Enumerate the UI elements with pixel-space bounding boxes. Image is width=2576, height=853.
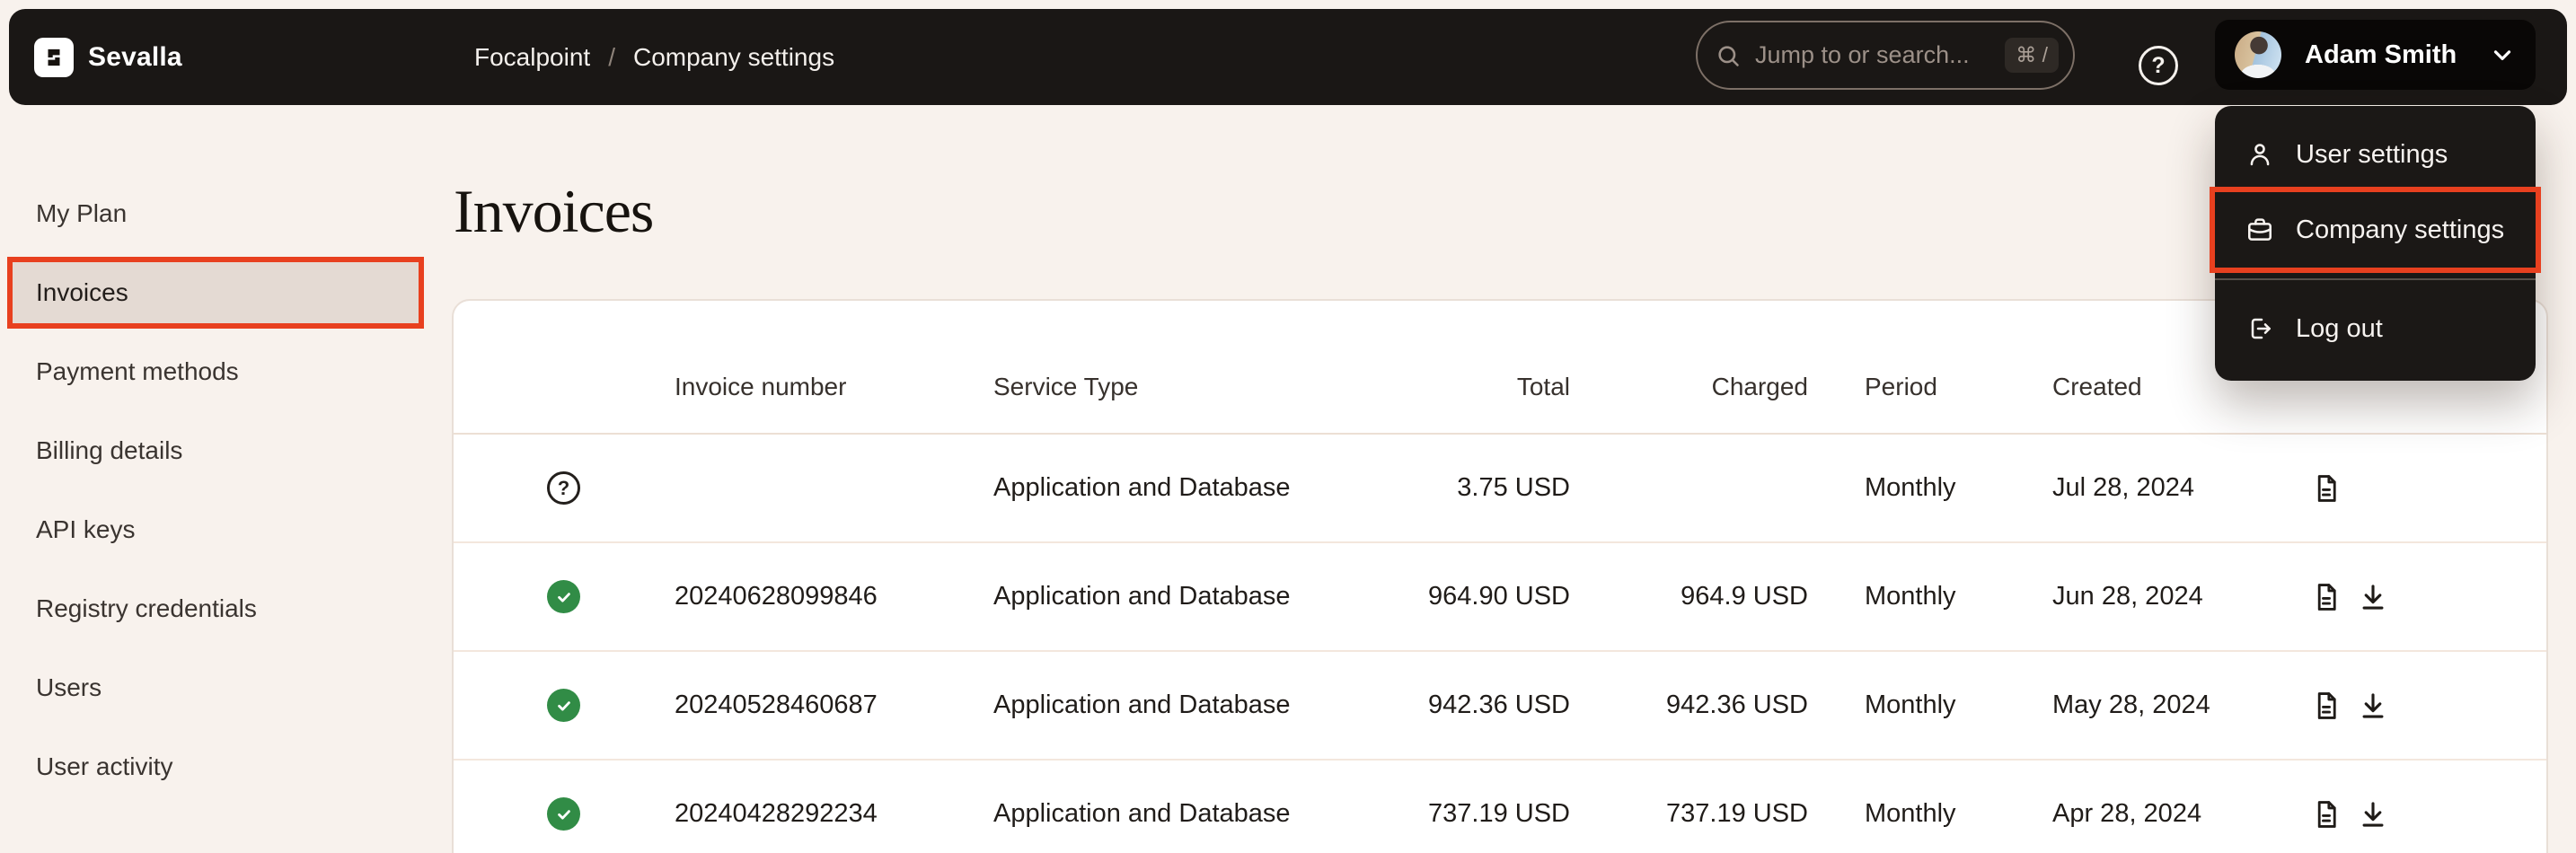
search-shortcut-badge: ⌘ /: [2005, 38, 2059, 73]
breadcrumb: Focalpoint / Company settings: [474, 9, 834, 105]
breadcrumb-item-company-settings[interactable]: Company settings: [633, 43, 834, 72]
col-status: [454, 301, 674, 434]
cell-service-type: Application and Database: [992, 760, 1418, 853]
page: Sevalla Focalpoint / Company settings ⌘ …: [0, 0, 2576, 853]
col-service-type: Service Type: [992, 301, 1418, 434]
col-charged: Charged: [1571, 301, 1809, 434]
view-invoice-document-icon[interactable]: [2307, 577, 2346, 617]
col-period: Period: [1809, 301, 1985, 434]
cell-total: 964.90 USD: [1418, 542, 1571, 651]
cell-period: Monthly: [1809, 760, 1985, 853]
view-invoice-document-icon[interactable]: [2307, 686, 2346, 725]
cell-service-type: Application and Database: [992, 434, 1418, 542]
view-invoice-document-icon[interactable]: [2307, 795, 2346, 834]
cell-service-type: Application and Database: [992, 651, 1418, 760]
status-paid-icon: [547, 689, 580, 722]
cell-period: Monthly: [1809, 651, 1985, 760]
cell-invoice-number: 20240628099846: [674, 542, 992, 651]
cell-charged: 964.9 USD: [1571, 542, 1809, 651]
menu-item-label: Company settings: [2296, 215, 2504, 245]
page-title: Invoices: [454, 176, 653, 247]
user-icon: [2245, 140, 2274, 169]
cell-charged: 942.36 USD: [1571, 651, 1809, 760]
search-input[interactable]: [1753, 40, 2005, 70]
sidebar-item-payment-methods[interactable]: Payment methods: [13, 341, 419, 402]
invoices-card: Invoice number Service Type Total Charge…: [452, 299, 2548, 853]
table-row: 20240528460687 Application and Database …: [454, 651, 2546, 760]
menu-item-label: User settings: [2296, 140, 2448, 170]
help-button[interactable]: ?: [2139, 46, 2178, 85]
cell-invoice-number: [674, 434, 992, 542]
sidebar-item-users[interactable]: Users: [13, 657, 419, 718]
col-total: Total: [1418, 301, 1571, 434]
table-row: 20240428292234 Application and Database …: [454, 760, 2546, 853]
logout-icon: [2245, 314, 2274, 343]
status-pending-icon[interactable]: ?: [547, 471, 580, 505]
menu-divider: [2215, 278, 2536, 280]
menu-item-user-settings[interactable]: User settings: [2215, 117, 2536, 192]
avatar: [2235, 31, 2281, 78]
brand-home-link[interactable]: Sevalla: [34, 9, 182, 105]
sidebar-item-api-keys[interactable]: API keys: [13, 499, 419, 560]
cell-charged: [1571, 434, 1809, 542]
view-invoice-document-icon[interactable]: [2307, 469, 2346, 508]
table-row: ? Application and Database 3.75 USD Mont…: [454, 434, 2546, 542]
col-invoice-number: Invoice number: [674, 301, 992, 434]
topbar: Sevalla Focalpoint / Company settings ⌘ …: [9, 9, 2567, 105]
cell-created: Apr 28, 2024: [1985, 760, 2299, 853]
user-name: Adam Smith: [2305, 40, 2457, 70]
search-box[interactable]: ⌘ /: [1696, 21, 2075, 90]
sevalla-logo-icon: [34, 38, 74, 77]
menu-item-company-settings[interactable]: Company settings: [2215, 192, 2536, 268]
cell-created: May 28, 2024: [1985, 651, 2299, 760]
cell-service-type: Application and Database: [992, 542, 1418, 651]
invoices-table: Invoice number Service Type Total Charge…: [454, 301, 2546, 853]
briefcase-icon: [2245, 215, 2274, 244]
settings-sidebar: My Plan Invoices Payment methods Billing…: [13, 183, 419, 815]
search-icon: [1716, 43, 1741, 68]
breadcrumb-separator: /: [608, 43, 615, 72]
download-invoice-icon[interactable]: [2353, 795, 2393, 834]
sidebar-item-my-plan[interactable]: My Plan: [13, 183, 419, 244]
cell-invoice-number: 20240528460687: [674, 651, 992, 760]
status-paid-icon: [547, 797, 580, 831]
download-invoice-icon[interactable]: [2353, 686, 2393, 725]
download-invoice-icon[interactable]: [2353, 577, 2393, 617]
menu-item-label: Log out: [2296, 314, 2383, 344]
user-dropdown-menu: User settings Company settings Log out: [2215, 106, 2536, 381]
user-menu-button[interactable]: Adam Smith: [2215, 20, 2536, 90]
chevron-down-icon: [2489, 41, 2516, 68]
cell-created: Jun 28, 2024: [1985, 542, 2299, 651]
cell-created: Jul 28, 2024: [1985, 434, 2299, 542]
help-icon: ?: [2151, 53, 2165, 79]
cell-total: 3.75 USD: [1418, 434, 1571, 542]
cell-total: 737.19 USD: [1418, 760, 1571, 853]
menu-item-log-out[interactable]: Log out: [2215, 291, 2536, 366]
sidebar-item-registry-credentials[interactable]: Registry credentials: [13, 578, 419, 639]
cell-period: Monthly: [1809, 434, 1985, 542]
cell-total: 942.36 USD: [1418, 651, 1571, 760]
cell-charged: 737.19 USD: [1571, 760, 1809, 853]
sidebar-item-invoices[interactable]: Invoices: [13, 262, 419, 323]
table-row: 20240628099846 Application and Database …: [454, 542, 2546, 651]
cell-invoice-number: 20240428292234: [674, 760, 992, 853]
brand-name: Sevalla: [88, 42, 182, 73]
cell-period: Monthly: [1809, 542, 1985, 651]
status-paid-icon: [547, 580, 580, 613]
breadcrumb-item-project[interactable]: Focalpoint: [474, 43, 590, 72]
sidebar-item-billing-details[interactable]: Billing details: [13, 420, 419, 481]
sidebar-item-user-activity[interactable]: User activity: [13, 736, 419, 797]
